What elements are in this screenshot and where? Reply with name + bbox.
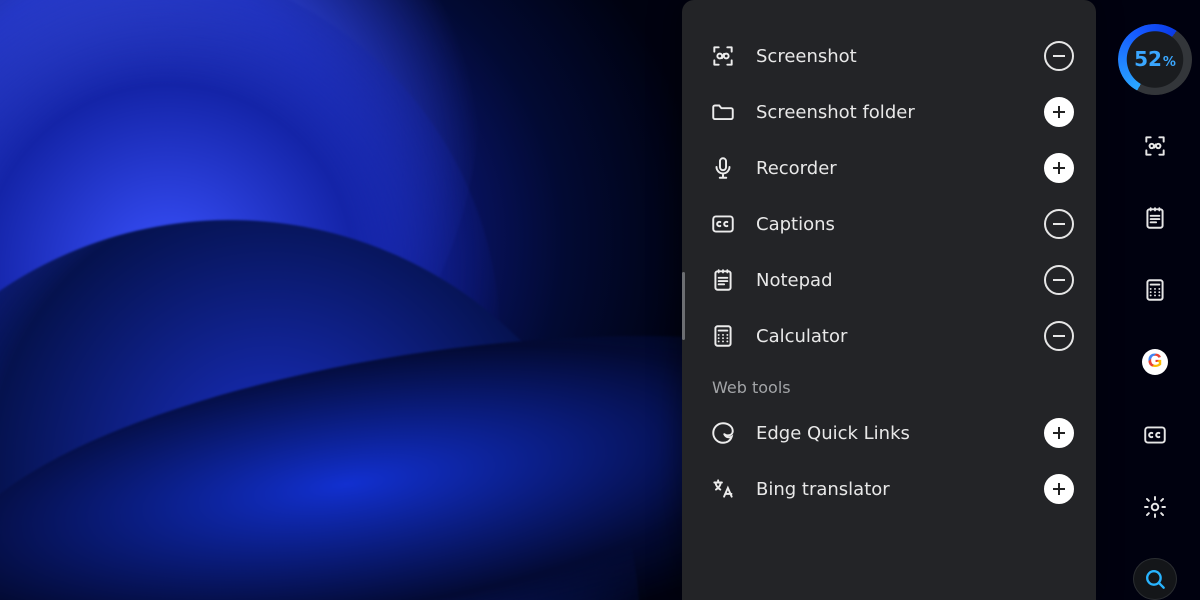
sidebar-settings-button[interactable] xyxy=(1133,486,1177,528)
tool-label: Captions xyxy=(756,214,1026,235)
scrollbar-thumb[interactable] xyxy=(682,272,685,340)
tool-label: Screenshot xyxy=(756,46,1026,67)
game-bar-sidebar: 52% G xyxy=(1110,0,1200,600)
tool-label: Recorder xyxy=(756,158,1026,179)
tool-row-recorder[interactable]: Recorder xyxy=(686,140,1086,196)
sidebar-captions-button[interactable] xyxy=(1133,414,1177,456)
tool-row-edge-quick-links[interactable]: Edge Quick Links xyxy=(686,405,1086,461)
tool-row-screenshot[interactable]: Screenshot xyxy=(686,28,1086,84)
folder-icon xyxy=(708,99,738,125)
add-button[interactable] xyxy=(1044,474,1074,504)
tool-row-screenshot-folder[interactable]: Screenshot folder xyxy=(686,84,1086,140)
tool-row-captions[interactable]: Captions xyxy=(686,196,1086,252)
calculator-icon xyxy=(1142,277,1168,303)
tool-label: Notepad xyxy=(756,270,1026,291)
notepad-icon xyxy=(708,267,738,293)
section-header-web-tools: Web tools xyxy=(686,364,1086,405)
sidebar-notepad-button[interactable] xyxy=(1133,197,1177,239)
screenshot-icon xyxy=(1142,133,1168,159)
performance-gauge[interactable]: 52% xyxy=(1118,24,1192,95)
remove-button[interactable] xyxy=(1044,265,1074,295)
tool-row-bing-translator[interactable]: Bing translator xyxy=(686,461,1086,517)
remove-button[interactable] xyxy=(1044,321,1074,351)
tool-row-notepad[interactable]: Notepad xyxy=(686,252,1086,308)
screenshot-icon xyxy=(708,43,738,69)
sidebar-google-button[interactable]: G xyxy=(1133,341,1177,383)
add-button[interactable] xyxy=(1044,418,1074,448)
calculator-icon xyxy=(708,323,738,349)
sidebar-search-button[interactable] xyxy=(1133,558,1177,600)
sidebar-screenshot-button[interactable] xyxy=(1133,125,1177,167)
gauge-number: 52 xyxy=(1134,47,1162,71)
tool-label: Edge Quick Links xyxy=(756,423,1026,444)
gauge-value: 52% xyxy=(1134,47,1176,71)
google-icon: G xyxy=(1142,349,1168,375)
gear-icon xyxy=(1142,494,1168,520)
microphone-icon xyxy=(708,155,738,181)
translator-icon xyxy=(708,476,738,502)
remove-button[interactable] xyxy=(1044,41,1074,71)
add-button[interactable] xyxy=(1044,97,1074,127)
tool-label: Screenshot folder xyxy=(756,102,1026,123)
gauge-unit: % xyxy=(1163,55,1176,70)
search-icon xyxy=(1142,566,1168,592)
tools-panel: Screenshot Screenshot folder Recorder xyxy=(682,0,1096,600)
edge-icon xyxy=(708,420,738,446)
tool-row-calculator[interactable]: Calculator xyxy=(686,308,1086,364)
tool-label: Bing translator xyxy=(756,479,1026,500)
captions-icon xyxy=(1142,422,1168,448)
remove-button[interactable] xyxy=(1044,209,1074,239)
tool-label: Calculator xyxy=(756,326,1026,347)
sidebar-calculator-button[interactable] xyxy=(1133,269,1177,311)
add-button[interactable] xyxy=(1044,153,1074,183)
captions-icon xyxy=(708,211,738,237)
notepad-icon xyxy=(1142,205,1168,231)
